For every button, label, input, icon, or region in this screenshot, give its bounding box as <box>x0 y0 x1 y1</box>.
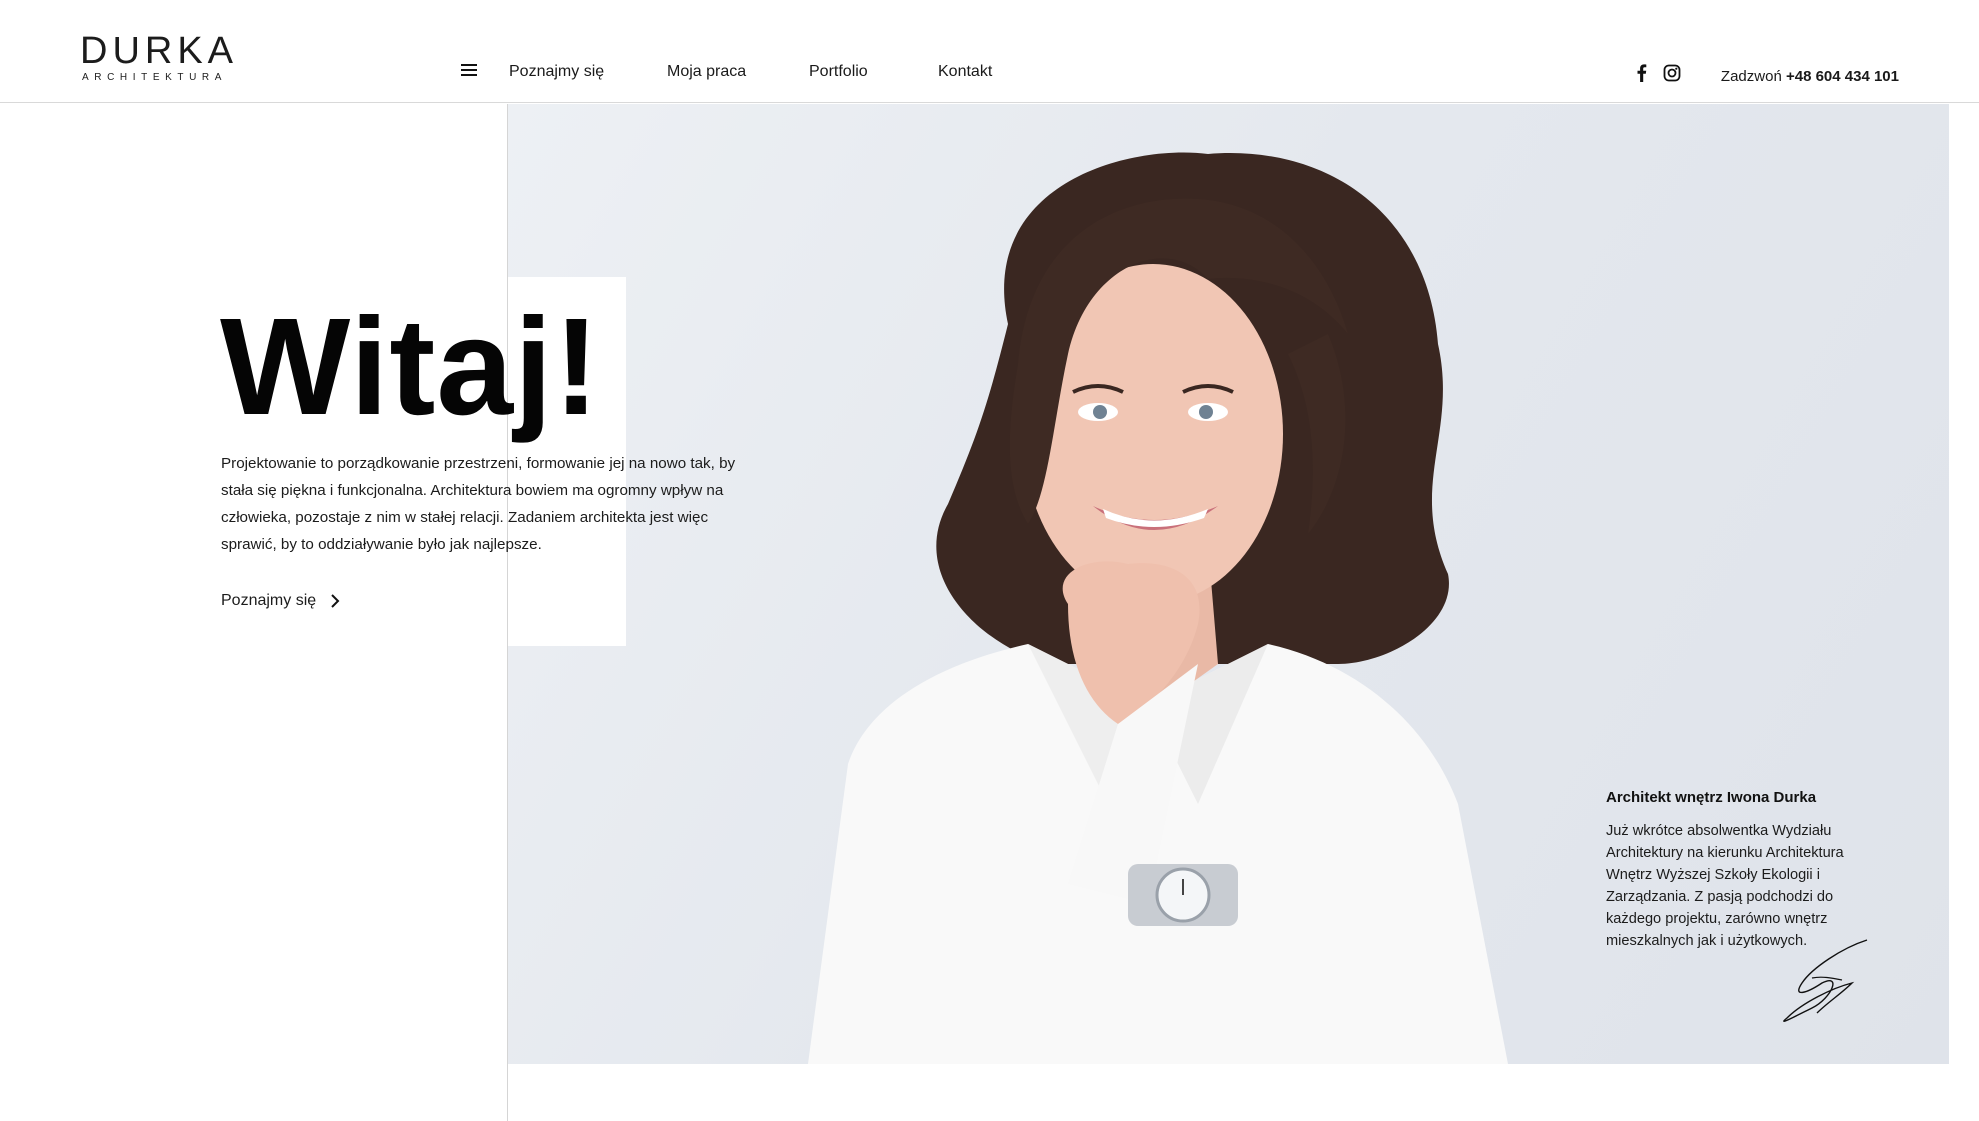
instagram-icon[interactable] <box>1662 63 1682 83</box>
hamburger-menu-icon[interactable] <box>461 64 477 76</box>
facebook-icon[interactable] <box>1632 63 1652 83</box>
phone-label: Zadzwoń <box>1720 68 1782 85</box>
more-link-label: Poznajmy się <box>221 592 317 609</box>
signature-icon <box>1783 939 1868 1022</box>
hero-title: Witaj! <box>220 290 601 444</box>
nav-moja-praca[interactable]: Moja praca <box>667 63 746 81</box>
nav-kontakt[interactable]: Kontakt <box>938 63 992 81</box>
hero-intro: Projektowanie to porządkowanie przestrze… <box>221 455 736 553</box>
logo[interactable]: DURKA ARCHITEKTURA <box>80 32 238 83</box>
nav-poznajmy-sie[interactable]: Poznajmy się <box>509 63 604 81</box>
bio-text: Już wkrótce absolwentka Wydziału Archite… <box>1606 823 1844 949</box>
more-link[interactable]: Poznajmy się <box>221 592 340 610</box>
phone-number[interactable]: +48 604 434 101 <box>1786 68 1899 85</box>
phone-contact[interactable]: Zadzwoń +48 604 434 101 <box>1721 68 1899 85</box>
site-header: DURKA ARCHITEKTURA Poznajmy się Moja pra… <box>0 0 1979 103</box>
logo-mark: DURKA <box>80 30 239 72</box>
logo-subtitle: ARCHITEKTURA <box>82 72 227 83</box>
bio-title: Architekt wnętrz Iwona Durka <box>1606 789 1817 806</box>
chevron-right-icon <box>331 594 340 608</box>
nav-portfolio[interactable]: Portfolio <box>809 63 868 81</box>
